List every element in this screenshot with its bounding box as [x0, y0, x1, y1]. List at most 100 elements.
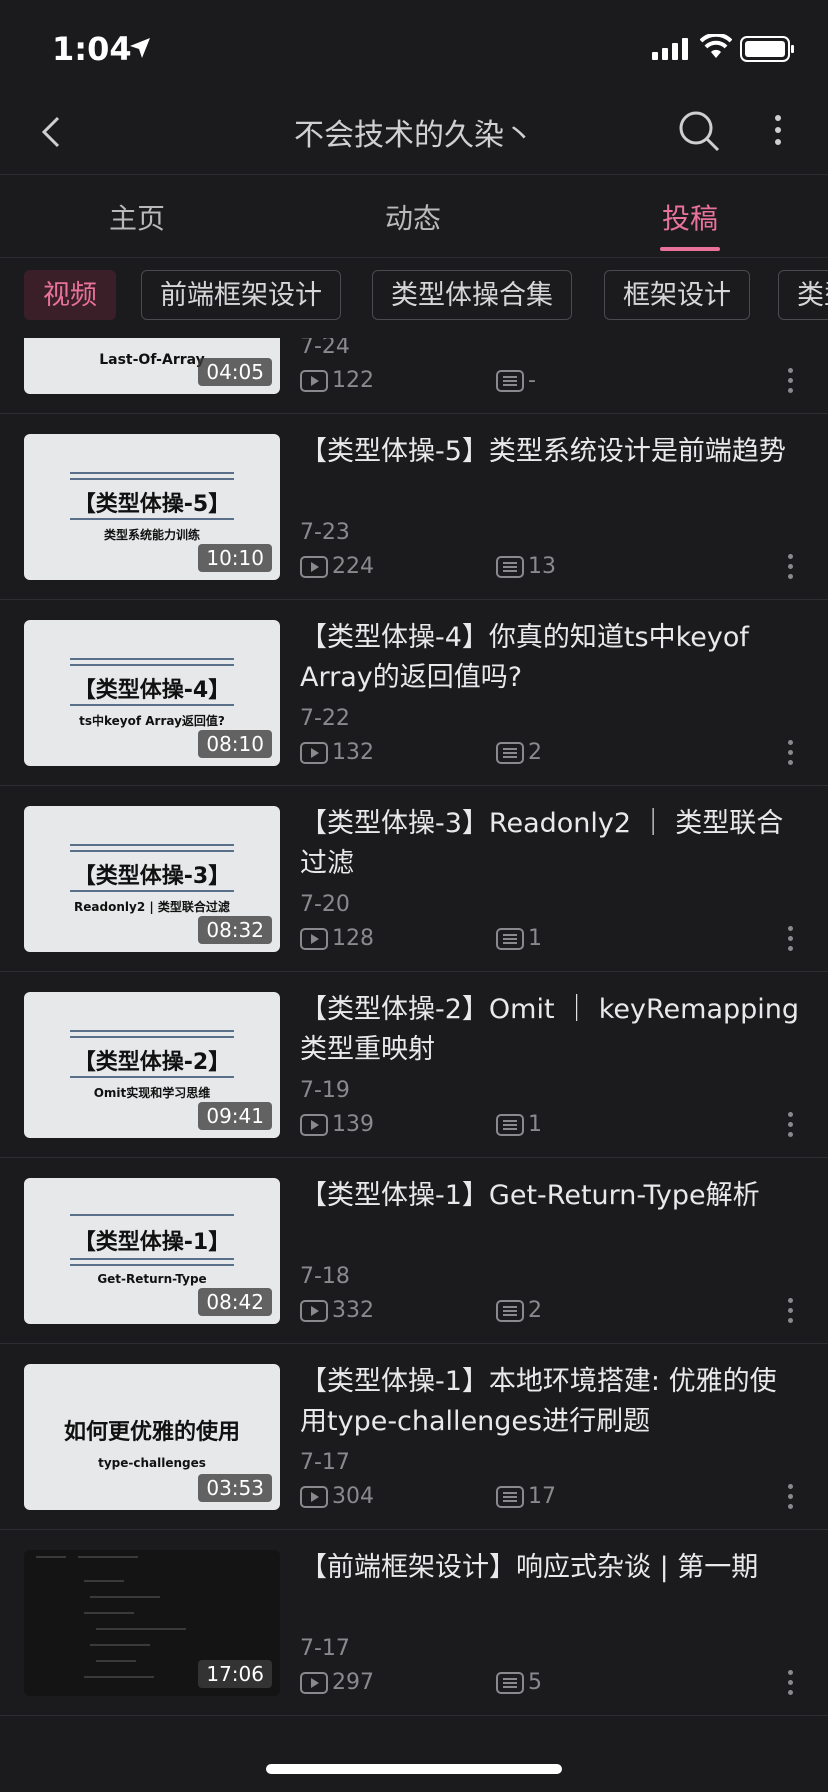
thumbnail-caption: Readonly2 | 类型联合过滤	[74, 900, 230, 914]
video-duration: 04:05	[198, 358, 272, 386]
play-count-value: 132	[332, 740, 374, 765]
video-duration: 08:42	[198, 1288, 272, 1316]
tab-submissions[interactable]: 投稿	[590, 197, 790, 237]
chip-video[interactable]: 视频	[24, 270, 116, 320]
video-duration: 03:53	[198, 1474, 272, 1502]
thumbnail-caption: type-challenges	[98, 1456, 206, 1470]
thumbnail-heading: 【类型体操-1】	[73, 1230, 231, 1255]
comment-count: 2	[496, 738, 542, 768]
play-icon	[300, 1672, 328, 1694]
play-icon	[300, 1114, 328, 1136]
status-time: 1:04	[52, 30, 132, 68]
video-item[interactable]: 17:06 【前端框架设计】响应式杂谈 | 第一期 7-17 297 5	[0, 1530, 828, 1716]
play-icon	[300, 556, 328, 578]
video-item[interactable]: 【类型体操-5】 类型系统能力训练 10:10 【类型体操-5】类型系统设计是前…	[0, 414, 828, 600]
thumbnail-caption: ts中keyof Array返回值?	[79, 714, 225, 728]
comment-icon	[496, 1114, 524, 1136]
play-count: 128	[300, 924, 374, 954]
chip-type-gymnastics[interactable]: 类型体操合集	[372, 270, 572, 320]
comment-count: 2	[496, 1296, 542, 1326]
thumbnail-caption: 类型系统能力训练	[103, 528, 200, 542]
video-title[interactable]: 【类型体操-5】类型系统设计是前端趋势	[300, 432, 800, 472]
video-duration: 09:41	[198, 1102, 272, 1130]
more-options-icon[interactable]	[786, 1112, 796, 1142]
play-icon	[300, 742, 328, 764]
thumbnail-heading: 如何更优雅的使用	[63, 1420, 240, 1445]
status-bar: 1:04	[0, 0, 828, 90]
comment-icon	[496, 370, 524, 392]
video-date: 7-18	[300, 1264, 350, 1289]
video-date: 7-17	[300, 1636, 350, 1661]
video-thumbnail[interactable]: 【类型体操-5】 类型系统能力训练 10:10	[24, 434, 280, 580]
more-options-icon[interactable]	[786, 554, 796, 584]
video-thumbnail[interactable]: 【类型体操-4】 ts中keyof Array返回值? 08:10	[24, 620, 280, 766]
video-thumbnail[interactable]: 【类型体操-2】 Omit实现和学习思维 09:41	[24, 992, 280, 1138]
comment-icon	[496, 742, 524, 764]
comment-count-value: 17	[528, 1484, 556, 1509]
video-title[interactable]: 【类型体操-1】Get-Return-Type解析	[300, 1176, 800, 1216]
category-chips: 视频 前端框架设计 类型体操合集 框架设计 类型	[0, 256, 828, 338]
video-list: Last-Of-Array 04:05 7-24 122 - 【类型体操-5】 …	[0, 338, 828, 1730]
comment-count-value: 5	[528, 1670, 542, 1695]
video-item[interactable]: 【类型体操-2】 Omit实现和学习思维 09:41 【类型体操-2】Omit …	[0, 972, 828, 1158]
video-duration: 08:32	[198, 916, 272, 944]
video-item[interactable]: 如何更优雅的使用 type-challenges 03:53 【类型体操-1】本…	[0, 1344, 828, 1530]
more-options-icon[interactable]	[786, 926, 796, 956]
play-icon	[300, 1300, 328, 1322]
comment-count: 17	[496, 1482, 556, 1512]
chip-type[interactable]: 类型	[778, 270, 828, 320]
video-date: 7-19	[300, 1078, 350, 1103]
chip-framework-design[interactable]: 框架设计	[604, 270, 750, 320]
play-count-value: 128	[332, 926, 374, 951]
comment-count-value: -	[528, 368, 536, 393]
comment-count-value: 1	[528, 926, 542, 951]
comment-icon	[496, 1486, 524, 1508]
more-options-icon[interactable]	[786, 368, 796, 398]
tab-activity[interactable]: 动态	[313, 197, 513, 237]
video-duration: 10:10	[198, 544, 272, 572]
video-title[interactable]: 【前端框架设计】响应式杂谈 | 第一期	[300, 1548, 800, 1588]
comment-count: 1	[496, 924, 542, 954]
tab-home[interactable]: 主页	[37, 197, 237, 237]
search-icon[interactable]	[676, 108, 722, 154]
comment-count: 13	[496, 552, 556, 582]
play-count-value: 224	[332, 554, 374, 579]
comment-count-value: 2	[528, 1298, 542, 1323]
video-item[interactable]: 【类型体操-1】 Get-Return-Type 08:42 【类型体操-1】G…	[0, 1158, 828, 1344]
video-thumbnail[interactable]: Last-Of-Array 04:05	[24, 338, 280, 394]
play-count: 139	[300, 1110, 374, 1140]
comment-icon	[496, 1300, 524, 1322]
play-count: 297	[300, 1668, 374, 1698]
play-count: 224	[300, 552, 374, 582]
video-date: 7-23	[300, 520, 350, 545]
home-indicator[interactable]	[266, 1764, 562, 1774]
chip-frontend-framework[interactable]: 前端框架设计	[141, 270, 341, 320]
video-item[interactable]: Last-Of-Array 04:05 7-24 122 -	[0, 338, 828, 414]
video-date: 7-17	[300, 1450, 350, 1475]
video-title[interactable]: 【类型体操-3】Readonly2 ｜ 类型联合过滤	[300, 804, 800, 884]
video-item[interactable]: 【类型体操-4】 ts中keyof Array返回值? 08:10 【类型体操-…	[0, 600, 828, 786]
more-options-icon[interactable]	[786, 1298, 796, 1328]
nav-bar: 不会技术的久染丶	[0, 90, 828, 174]
video-item[interactable]: 【类型体操-3】 Readonly2 | 类型联合过滤 08:32 【类型体操-…	[0, 786, 828, 972]
tab-active-indicator	[660, 247, 720, 251]
video-thumbnail[interactable]: 【类型体操-1】 Get-Return-Type 08:42	[24, 1178, 280, 1324]
video-thumbnail[interactable]: 17:06	[24, 1550, 280, 1696]
battery-icon	[740, 36, 794, 62]
comment-count-value: 13	[528, 554, 556, 579]
more-vertical-icon[interactable]	[768, 110, 788, 150]
video-thumbnail[interactable]: 【类型体操-3】 Readonly2 | 类型联合过滤 08:32	[24, 806, 280, 952]
play-count-value: 297	[332, 1670, 374, 1695]
thumbnail-heading: 【类型体操-4】	[73, 678, 231, 703]
more-options-icon[interactable]	[786, 1484, 796, 1514]
comment-count-value: 2	[528, 740, 542, 765]
video-thumbnail[interactable]: 如何更优雅的使用 type-challenges 03:53	[24, 1364, 280, 1510]
cellular-signal-icon	[652, 38, 688, 60]
thumbnail-heading: 【类型体操-2】	[73, 1050, 231, 1075]
video-title[interactable]: 【类型体操-4】你真的知道ts中keyof Array的返回值吗?	[300, 618, 800, 698]
comment-icon	[496, 556, 524, 578]
more-options-icon[interactable]	[786, 740, 796, 770]
video-title[interactable]: 【类型体操-1】本地环境搭建: 优雅的使用type-challenges进行刷题	[300, 1362, 800, 1442]
more-options-icon[interactable]	[786, 1670, 796, 1700]
video-title[interactable]: 【类型体操-2】Omit ｜ keyRemapping类型重映射	[300, 990, 800, 1070]
